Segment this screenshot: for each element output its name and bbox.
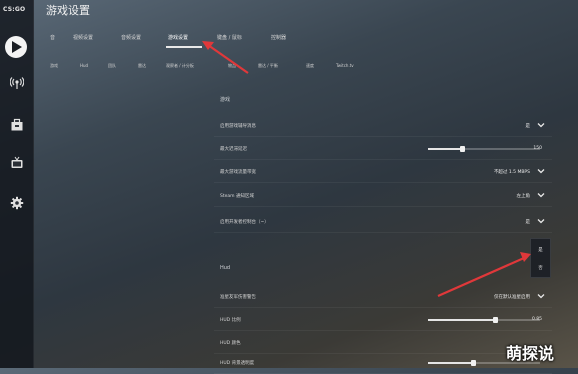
arrow-to-dropdown [437, 252, 531, 298]
arrow-to-game-tab [202, 41, 249, 74]
annotation-arrows [202, 41, 531, 298]
watermark-text: 萌探说 [506, 344, 555, 363]
